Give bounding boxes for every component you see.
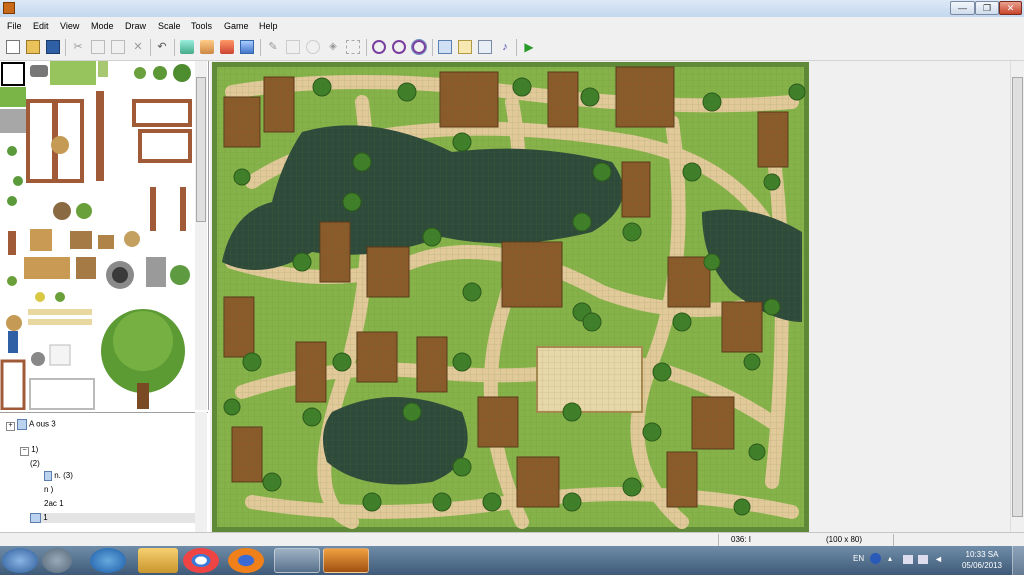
expand-tray-icon[interactable]: ▴ [888,555,896,563]
media-icon[interactable] [42,548,72,573]
save-project-icon[interactable] [46,40,60,54]
open-project-icon[interactable] [26,40,40,54]
menu-tools[interactable]: Tools [191,20,212,32]
undo-icon[interactable]: ↶ [155,40,169,54]
clock-time: 10:33 SA [965,550,999,559]
zoom-2-icon[interactable] [392,40,406,54]
tree-item[interactable]: n ) [44,485,53,495]
clock[interactable]: 10:33 SA 05/06/2013 [960,549,1004,571]
map-image[interactable] [212,62,809,532]
pencil-icon[interactable]: ✎ [266,40,280,54]
copy-icon[interactable] [91,40,105,54]
event-layer-icon[interactable] [240,40,254,54]
sound-test-icon[interactable]: ♪ [498,40,512,54]
paste-icon[interactable] [111,40,125,54]
tree-item-selected[interactable]: 1 [30,513,195,524]
menu-draw[interactable]: Draw [125,20,146,32]
tileset-palette[interactable] [0,61,209,410]
delete-icon[interactable]: ✕ [131,40,145,54]
help-icon[interactable] [870,553,881,564]
toolbar: ✂ ✕ ↶ ✎ ◈ ♪ ▶ [0,35,1024,61]
map-canvas[interactable] [212,62,809,532]
menu-edit[interactable]: Edit [33,20,49,32]
windows-start-icon[interactable] [2,548,38,573]
tree-item[interactable]: 2ac 1 [44,499,64,509]
clock-date: 05/06/2013 [961,561,1003,570]
tree-item[interactable]: (2) [30,459,40,469]
rectangle-icon[interactable] [286,40,300,54]
tileset-scrollbar[interactable] [195,61,207,410]
map-vertical-scrollbar[interactable] [1010,61,1024,532]
maximize-button[interactable]: ❐ [975,1,999,15]
map-editor[interactable] [210,61,1024,532]
database-icon[interactable] [438,40,452,54]
tree-item[interactable]: n. (3) [44,471,73,481]
layer-1-icon[interactable] [180,40,194,54]
taskbar: EN ▴ ◄ 10:33 SA 05/06/2013 [0,546,1024,575]
layer-3-icon[interactable] [220,40,234,54]
menu-view[interactable]: View [60,20,79,32]
layer-2-icon[interactable] [200,40,214,54]
menu-file[interactable]: File [7,20,22,32]
close-button[interactable]: ✕ [999,1,1022,15]
rpgmaker-icon[interactable] [323,548,369,573]
firefox-icon[interactable] [228,548,264,573]
volume-icon[interactable]: ◄ [934,555,944,564]
tree-item[interactable]: − 1) [20,445,38,456]
ellipse-icon[interactable] [306,40,320,54]
menu-game[interactable]: Game [224,20,249,32]
menu-bar: File Edit View Mode Draw Scale Tools Gam… [0,17,1024,35]
zoom-1-icon[interactable] [372,40,386,54]
cut-icon[interactable]: ✂ [71,40,85,54]
material-base-icon[interactable] [458,40,472,54]
new-project-icon[interactable] [6,40,20,54]
show-desktop-button[interactable] [1012,546,1024,575]
tree-item[interactable]: + A ous 3 [6,419,56,431]
media-player-icon[interactable] [274,548,320,573]
status-bar: 036: I (100 x 80) [0,532,1024,546]
status-map-name: 036: I [731,535,752,544]
ie-icon[interactable] [90,548,126,573]
flood-fill-icon[interactable]: ◈ [326,40,340,54]
map-tree[interactable]: + A ous 3 − 1) (2) n. (3) n ) 2ac 1 1 [0,412,208,533]
app-icon [3,2,15,14]
tree-scrollbar[interactable] [195,412,207,532]
menu-help[interactable]: Help [259,20,278,32]
zoom-4-icon[interactable] [411,39,427,55]
battery-icon[interactable] [918,555,928,564]
explorer-icon[interactable] [138,548,178,573]
language-indicator[interactable]: EN [853,554,864,563]
minimize-button[interactable]: — [950,1,975,15]
playtest-icon[interactable]: ▶ [522,40,536,54]
menu-mode[interactable]: Mode [91,20,114,32]
menu-scale[interactable]: Scale [158,20,181,32]
network-icon[interactable] [903,555,913,564]
script-editor-icon[interactable] [478,40,492,54]
status-map-size: (100 x 80) [826,535,863,544]
title-bar: — ❐ ✕ [0,0,1024,17]
select-icon[interactable] [346,40,360,54]
tileset-image[interactable] [0,61,195,410]
chrome-icon[interactable] [183,548,219,573]
